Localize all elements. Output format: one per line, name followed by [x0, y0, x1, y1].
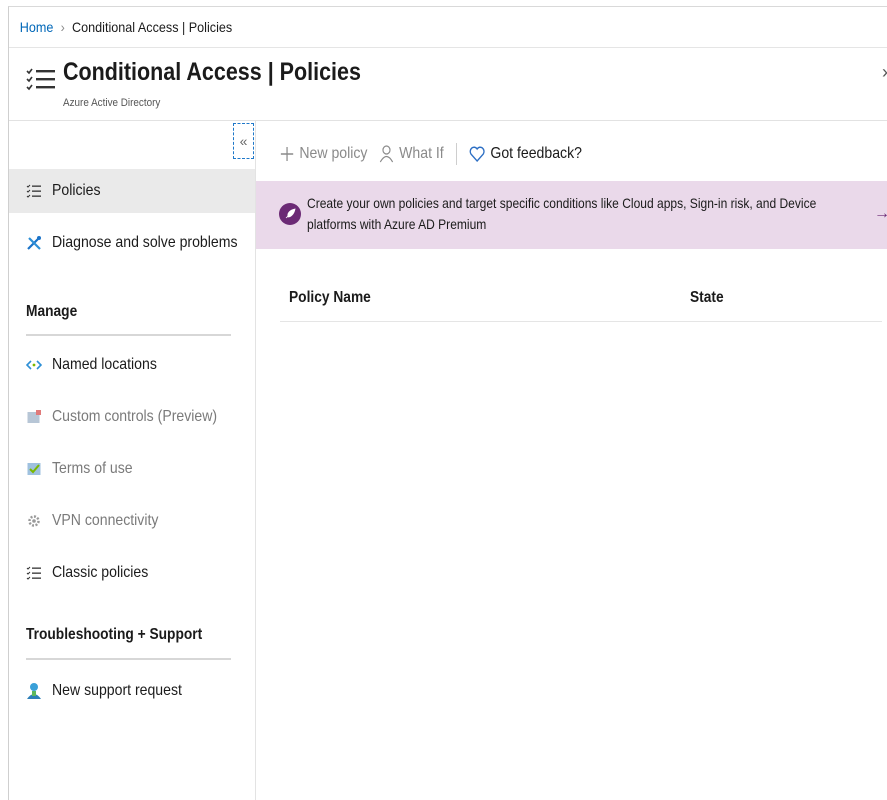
feedback-button[interactable]: Got feedback? — [469, 145, 582, 163]
heart-icon — [469, 146, 485, 162]
sidebar-item-diagnose[interactable]: Diagnose and solve problems — [9, 221, 255, 265]
sidebar-item-label: Custom controls (Preview) — [52, 408, 218, 425]
sidebar-item-label: Named locations — [52, 356, 157, 373]
terms-of-use-icon — [26, 461, 42, 477]
section-title-manage: Manage — [26, 303, 78, 320]
column-header-state[interactable]: State — [690, 289, 724, 307]
wrench-icon — [26, 235, 42, 251]
page-title: Conditional Access | Policies — [63, 58, 361, 86]
breadcrumb: Home › Conditional Access | Policies — [9, 7, 811, 47]
page-header: Conditional Access | Policies Azure Acti… — [9, 48, 887, 120]
sidebar-item-classic-policies[interactable]: Classic policies — [9, 551, 255, 595]
rocket-icon — [279, 203, 301, 225]
arrow-right-icon[interactable]: → — [874, 205, 887, 223]
policy-list-icon — [25, 64, 57, 96]
banner-text: Create your own policies and target spec… — [307, 195, 817, 232]
section-divider — [26, 334, 231, 336]
new-policy-label: New policy — [299, 145, 368, 162]
section-divider — [26, 658, 231, 660]
sidebar: « Policies Diagnose and solve problems M… — [9, 121, 256, 800]
what-if-button[interactable]: What If — [380, 145, 444, 163]
collapse-sidebar-button[interactable]: « — [233, 123, 254, 159]
custom-controls-icon — [26, 409, 42, 425]
person-icon — [380, 145, 394, 163]
sidebar-item-terms-of-use[interactable]: Terms of use — [9, 447, 255, 491]
toolbar-separator — [456, 143, 457, 165]
sidebar-item-named-locations[interactable]: Named locations — [9, 343, 255, 387]
table-header-divider — [280, 321, 882, 322]
sidebar-item-label: Diagnose and solve problems — [52, 234, 238, 251]
sidebar-item-label: Classic policies — [52, 564, 149, 581]
policy-list-icon — [26, 565, 42, 581]
sidebar-item-new-support-request[interactable]: New support request — [9, 669, 255, 713]
named-locations-icon — [26, 357, 42, 373]
what-if-label: What If — [399, 145, 444, 162]
feedback-label: Got feedback? — [490, 145, 582, 162]
sidebar-item-policies[interactable]: Policies — [9, 169, 255, 213]
plus-icon — [280, 146, 294, 162]
close-icon[interactable]: › — [882, 62, 887, 83]
sidebar-item-label: Terms of use — [52, 460, 133, 477]
gear-icon — [26, 513, 42, 529]
sidebar-item-label: VPN connectivity — [52, 512, 159, 529]
sidebar-item-custom-controls[interactable]: Custom controls (Preview) — [9, 395, 255, 439]
sidebar-item-label: New support request — [52, 682, 182, 699]
breadcrumb-separator: › — [60, 19, 65, 35]
support-person-icon — [26, 683, 42, 699]
sidebar-item-vpn-connectivity[interactable]: VPN connectivity — [9, 499, 255, 543]
column-header-policy-name[interactable]: Policy Name — [289, 289, 371, 307]
toolbar: New policy What If Got feedback? — [280, 139, 594, 169]
section-title-troubleshooting: Troubleshooting + Support — [26, 626, 203, 643]
new-policy-button[interactable]: New policy — [280, 145, 367, 163]
page-subtitle: Azure Active Directory — [63, 97, 161, 109]
policy-list-icon — [26, 183, 42, 199]
premium-banner[interactable]: Create your own policies and target spec… — [256, 181, 887, 249]
breadcrumb-current: Conditional Access | Policies — [72, 19, 233, 35]
main-content: New policy What If Got feedback? Create … — [256, 121, 887, 800]
sidebar-item-label: Policies — [52, 182, 101, 199]
breadcrumb-home-link[interactable]: Home — [20, 19, 54, 35]
app-window: Home › Conditional Access | Policies Con… — [8, 6, 887, 800]
